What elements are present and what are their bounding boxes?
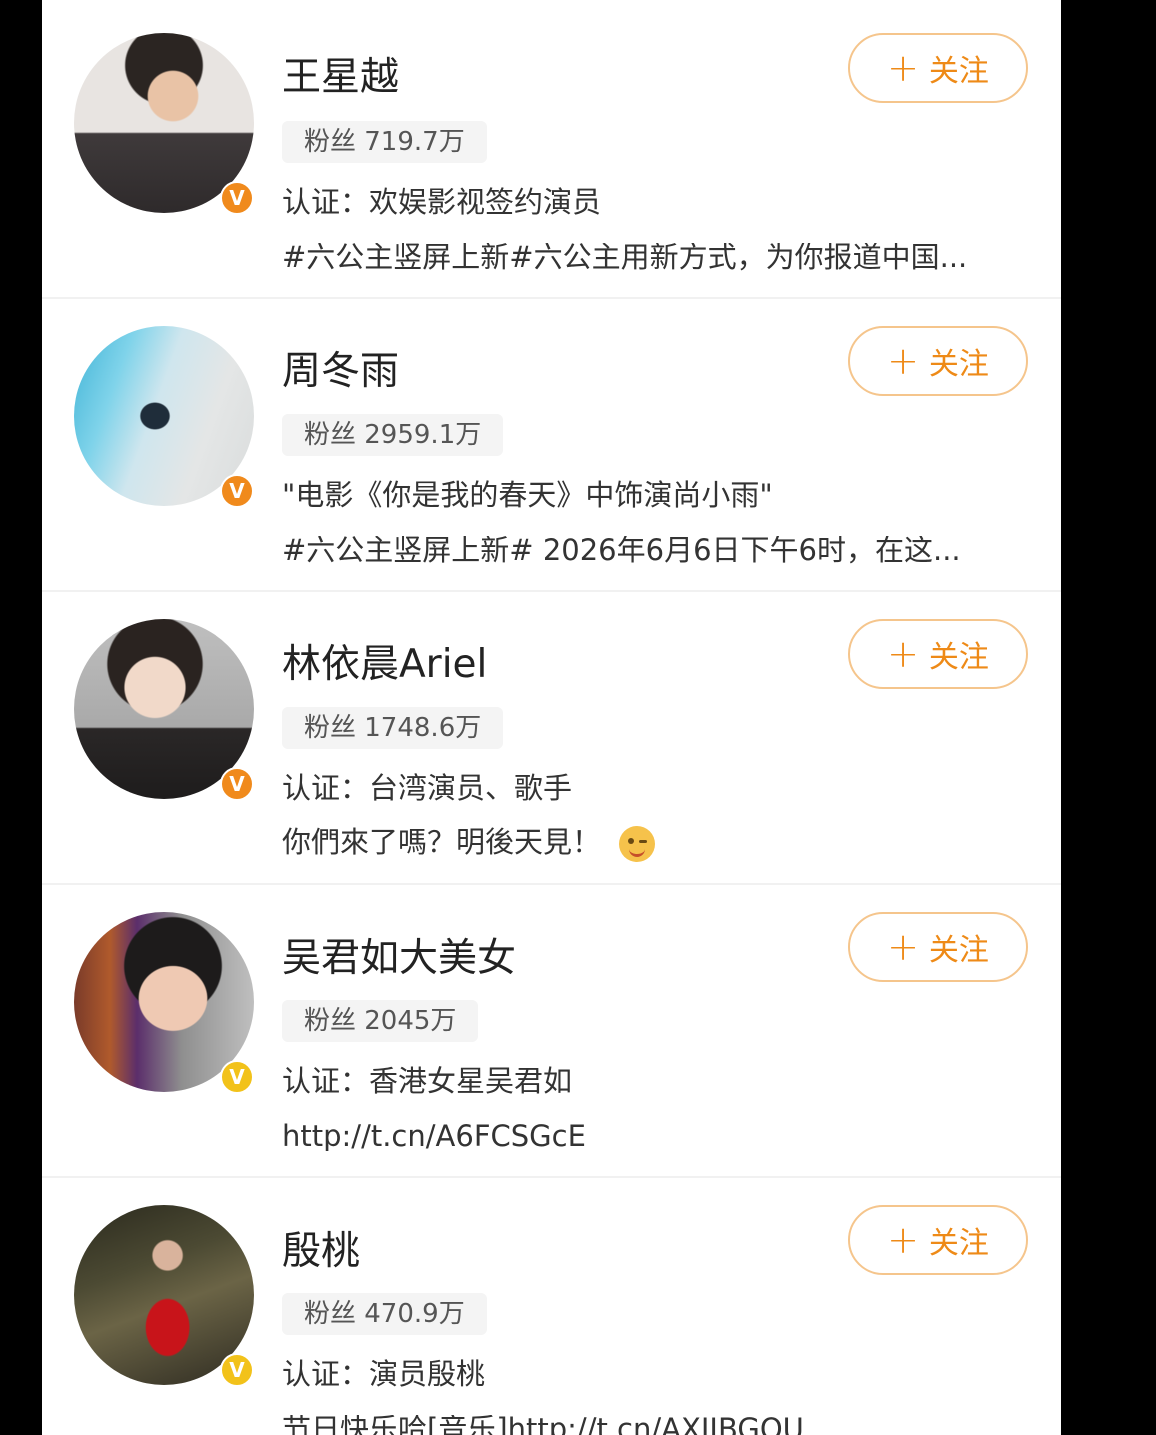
wink-emoji-icon: [619, 826, 656, 862]
follow-button[interactable]: + 关注: [848, 619, 1028, 689]
plus-icon: +: [887, 925, 919, 969]
fans-count: 粉丝 2045万: [282, 1000, 479, 1042]
user-list-panel: V 王星越 粉丝 719.7万 认证：欢娱影视签约演员 #六公主竖屏上新#六公主…: [42, 0, 1061, 1435]
latest-post-body: 你們來了嗎？明後天見！: [282, 825, 602, 859]
plus-icon: +: [887, 46, 919, 90]
follow-label: 关注: [928, 54, 989, 89]
follow-button[interactable]: + 关注: [848, 1205, 1028, 1275]
user-name[interactable]: 殷桃: [282, 1232, 360, 1271]
latest-post-text[interactable]: 节日快乐哈[音乐]http://t.cn/AXJIBGOU: [282, 1415, 1022, 1435]
latest-post-link[interactable]: http://t.cn/A6FCSGcE: [282, 1122, 1022, 1151]
verification-text: 认证：香港女星吴君如: [282, 1064, 573, 1098]
verified-v-icon: V: [220, 1060, 254, 1094]
fans-count: 粉丝 2959.1万: [282, 414, 504, 456]
user-name[interactable]: 王星越: [282, 58, 399, 97]
verification-text: 认证：台湾演员、歌手: [282, 771, 573, 805]
fans-count: 粉丝 1748.6万: [282, 707, 504, 749]
plus-icon: +: [887, 632, 919, 676]
follow-label: 关注: [928, 347, 989, 382]
verified-v-icon: V: [220, 767, 254, 801]
latest-post-text[interactable]: #六公主竖屏上新#六公主用新方式，为你报道中国...: [282, 243, 1022, 272]
verification-text: "电影《你是我的春天》中饰演尚小雨": [282, 478, 773, 512]
user-card[interactable]: V 殷桃 粉丝 470.9万 认证：演员殷桃 节日快乐哈[音乐]http://t…: [42, 1172, 1061, 1435]
follow-button[interactable]: + 关注: [848, 912, 1028, 982]
latest-post-text[interactable]: #六公主竖屏上新# 2026年6月6日下午6时，在这...: [282, 536, 1022, 565]
follow-button[interactable]: + 关注: [848, 326, 1028, 396]
follow-label: 关注: [928, 933, 989, 968]
plus-icon: +: [887, 339, 919, 383]
follow-button[interactable]: + 关注: [848, 33, 1028, 103]
fans-count: 粉丝 719.7万: [282, 121, 487, 163]
verification-text: 认证：演员殷桃: [282, 1357, 486, 1391]
follow-label: 关注: [928, 1226, 989, 1261]
user-name[interactable]: 吴君如大美女: [282, 939, 516, 978]
user-name[interactable]: 林依晨Ariel: [282, 645, 487, 684]
verification-text: 认证：欢娱影视签约演员: [282, 185, 602, 219]
user-name[interactable]: 周冬雨: [282, 352, 399, 391]
verified-v-icon: V: [220, 1353, 254, 1387]
latest-post-text[interactable]: 你們來了嗎？明後天見！: [282, 824, 1022, 862]
follow-label: 关注: [928, 640, 989, 675]
plus-icon: +: [887, 1218, 919, 1262]
user-card[interactable]: V 林依晨Ariel 粉丝 1748.6万 认证：台湾演员、歌手 你們來了嗎？明…: [42, 586, 1061, 879]
user-card[interactable]: V 周冬雨 粉丝 2959.1万 "电影《你是我的春天》中饰演尚小雨" #六公主…: [42, 293, 1061, 586]
fans-count: 粉丝 470.9万: [282, 1293, 487, 1335]
user-card[interactable]: V 王星越 粉丝 719.7万 认证：欢娱影视签约演员 #六公主竖屏上新#六公主…: [42, 0, 1061, 293]
verified-v-icon: V: [220, 181, 254, 215]
verified-v-icon: V: [220, 474, 254, 508]
user-card[interactable]: V 吴君如大美女 粉丝 2045万 认证：香港女星吴君如 http://t.cn…: [42, 879, 1061, 1172]
